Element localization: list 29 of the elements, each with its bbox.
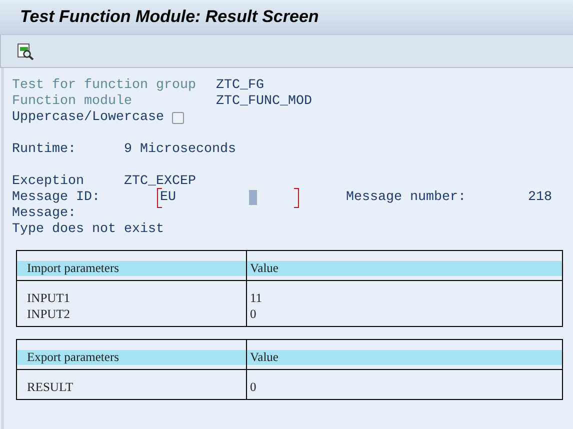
message-text: Type does not exist <box>12 222 164 238</box>
field-label: Message ID: <box>12 190 101 206</box>
magnifier-document-icon <box>16 42 34 60</box>
field-value: ZTC_FG <box>216 78 264 94</box>
table-cell-text: 0 <box>250 306 258 322</box>
check-button[interactable] <box>15 41 35 61</box>
table-cell-text: INPUT2 <box>27 306 72 322</box>
column-header: Value <box>246 261 562 276</box>
field-label: Runtime: <box>12 142 77 158</box>
checkbox-label: Uppercase/Lowercase <box>12 110 164 126</box>
field-label: Message: <box>12 206 76 222</box>
table-cell-text: RESULT <box>27 379 74 395</box>
window-title: Test Function Module: Result Screen <box>20 7 319 27</box>
field-value: ZTC_FUNC_MOD <box>216 94 312 110</box>
field-value: 218 <box>528 190 552 206</box>
message-id-field[interactable]: EU <box>157 190 299 206</box>
column-header: Import parameters <box>17 261 246 276</box>
case-checkbox[interactable] <box>172 112 184 124</box>
table-cell-text: 0 <box>250 379 258 395</box>
field-label: Exception <box>12 174 85 190</box>
field-label: Function module <box>12 94 133 110</box>
field-value: 9 Microseconds <box>124 142 236 158</box>
field-label: Test for function group <box>12 78 197 94</box>
field-value: ZTC_EXCEP <box>124 174 196 190</box>
field-label: Message number: <box>346 190 467 206</box>
table-cell-text: 11 <box>250 290 264 306</box>
column-header: Value <box>246 350 562 365</box>
column-header: Export parameters <box>17 350 246 365</box>
table-cell-text: INPUT1 <box>27 290 72 306</box>
